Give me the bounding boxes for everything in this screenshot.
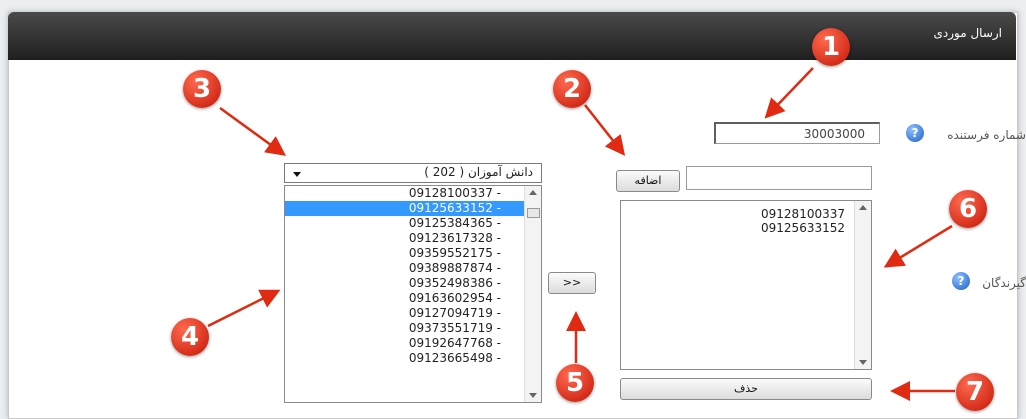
callout-badge-3: 3: [183, 70, 221, 108]
callout-badge-6: 6: [949, 190, 987, 228]
callout-badge-1: 1: [812, 28, 850, 66]
callout-badge-5: 5: [556, 364, 594, 402]
arrow-6: [883, 224, 953, 268]
callout-badge-4: 4: [171, 318, 209, 356]
callout-badge-7: 7: [956, 373, 994, 411]
arrow-2: [584, 104, 626, 156]
callout-arrows: [207, 67, 955, 401]
arrow-3: [219, 106, 287, 156]
callout-badge-2: 2: [553, 70, 591, 108]
arrow-1: [764, 67, 814, 119]
arrow-4: [207, 289, 281, 328]
